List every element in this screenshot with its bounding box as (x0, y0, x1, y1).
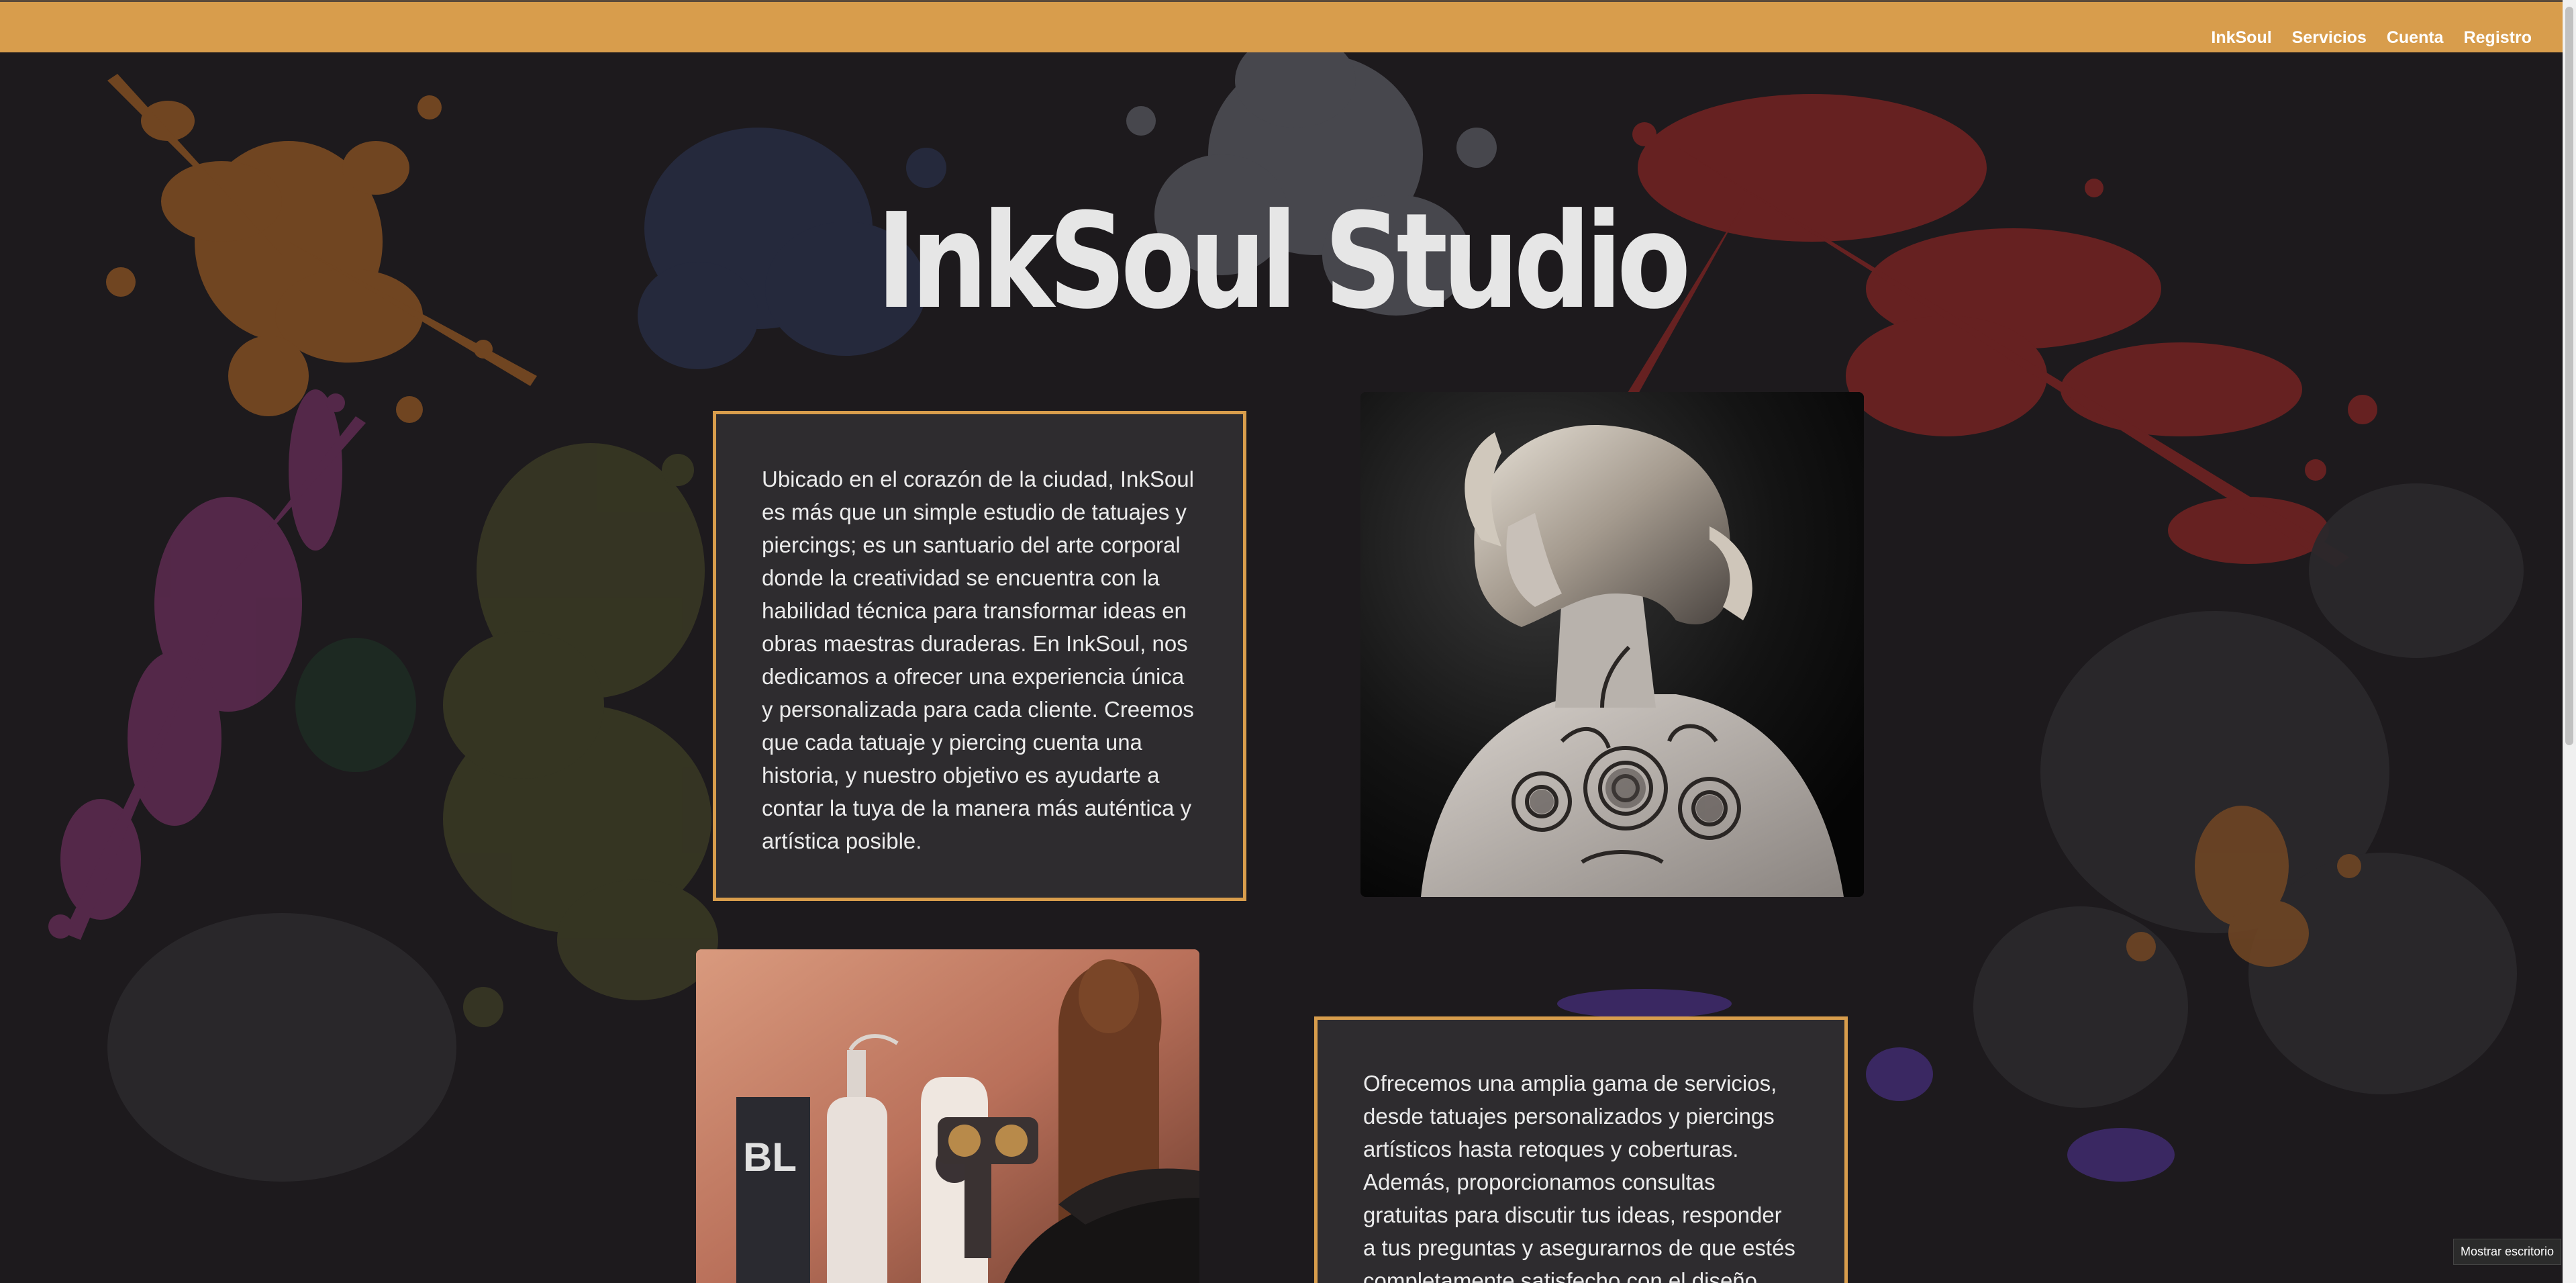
services-text: Ofrecemos una amplia gama de servicios, … (1363, 1071, 1795, 1283)
nav-link-registro[interactable]: Registro (2464, 28, 2532, 48)
nav-link-inksoul[interactable]: InkSoul (2211, 28, 2271, 48)
nav-link-cuenta[interactable]: Cuenta (2387, 28, 2444, 48)
page: InkSoul Servicios Cuenta Registro InkSou… (0, 0, 2576, 1283)
top-navbar: InkSoul Servicios Cuenta Registro (0, 0, 2563, 52)
about-text-box: Ubicado en el corazón de la ciudad, InkS… (713, 411, 1246, 901)
page-title: InkSoul Studio (876, 185, 1691, 338)
show-desktop-tooltip: Mostrar escritorio (2453, 1239, 2561, 1265)
scrollbar-thumb[interactable] (2565, 7, 2573, 745)
vertical-scrollbar[interactable] (2563, 0, 2576, 1283)
svg-text:BL: BL (743, 1135, 797, 1180)
woman-tattoo-photo (1360, 392, 1864, 897)
tattoo-machine-illustration: BL (696, 949, 1199, 1283)
about-text: Ubicado en el corazón de la ciudad, InkS… (762, 467, 1194, 853)
nav-links: InkSoul Servicios Cuenta Registro (2211, 28, 2532, 48)
woman-tattoo-illustration (1360, 392, 1864, 897)
nav-link-servicios[interactable]: Servicios (2292, 28, 2367, 48)
tattoo-machine-photo: BL (696, 949, 1199, 1283)
services-text-box: Ofrecemos una amplia gama de servicios, … (1314, 1016, 1848, 1283)
